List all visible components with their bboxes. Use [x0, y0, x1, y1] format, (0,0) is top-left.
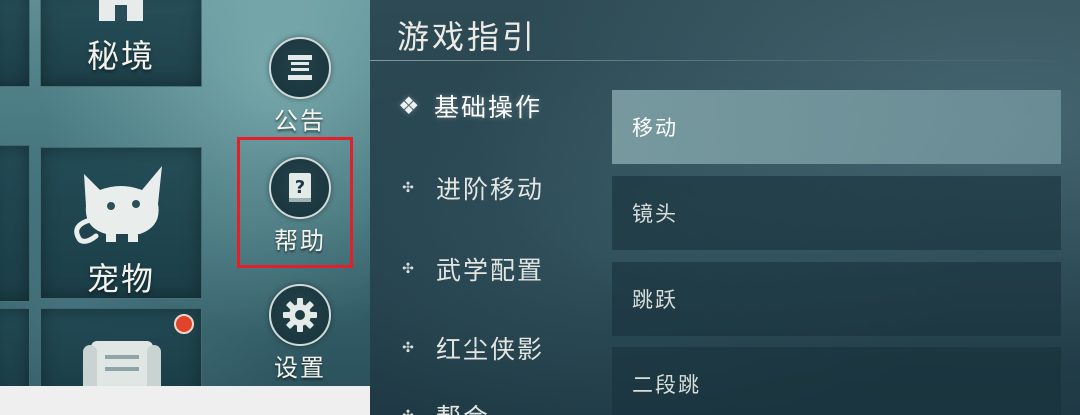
game-guide-panel: 游戏指引 ❖ 基础操作 ✣ 进阶移动 ✣ 武学配置 ✣ 红尘侠影 ✣ 帮会 移动… [370, 0, 1080, 415]
pet-tile[interactable]: 宠物 [40, 147, 202, 299]
guide-item-label: 跳跃 [632, 288, 678, 312]
category-label: 红尘侠影 [436, 335, 545, 364]
house-icon [99, 0, 143, 21]
guide-item-jump[interactable]: 跳跃 [612, 262, 1061, 336]
category-label: 进阶移动 [436, 175, 545, 204]
gear-icon [269, 284, 331, 346]
pet-label: 宠物 [86, 260, 155, 298]
scroll-icon [83, 341, 161, 386]
blank-strip [0, 386, 370, 415]
guide-item-move[interactable]: 移动 [612, 90, 1061, 164]
category-martial-config[interactable]: ✣ 武学配置 [400, 251, 544, 287]
category-label: 武学配置 [436, 256, 545, 285]
category-basic-controls[interactable]: ❖ 基础操作 [398, 88, 542, 124]
game-menu-panel: 秘境 宠物 公告 ? 帮助 设置 [0, 0, 370, 386]
category-label: 帮会 [436, 398, 490, 415]
screen: 秘境 宠物 公告 ? 帮助 设置 游戏指引 ❖ 基础操作 ✣ 进阶移动 ✣ 武学… [0, 0, 1080, 415]
title-divider [370, 60, 1080, 61]
category-guild[interactable]: ✣ 帮会 [400, 398, 490, 415]
category-red-dust-hero[interactable]: ✣ 红尘侠影 [400, 330, 544, 366]
cat-icon [74, 166, 162, 244]
guide-item-camera[interactable]: 镜头 [612, 176, 1061, 250]
menu-tile-partial[interactable] [0, 145, 30, 302]
notification-dot [174, 314, 194, 334]
notice-label: 公告 [274, 107, 326, 135]
secret-realm-label: 秘境 [86, 37, 155, 75]
guide-item-label: 镜头 [632, 202, 678, 226]
menu-tile-partial[interactable] [0, 308, 30, 386]
sparkle-icon: ✣ [402, 180, 416, 196]
guide-item-double-jump[interactable]: 二段跳 [612, 347, 1061, 415]
category-label: 基础操作 [434, 93, 543, 122]
notice-button[interactable]: 公告 [258, 37, 342, 136]
notice-board-icon [269, 37, 331, 99]
sparkle-icon: ✣ [400, 408, 418, 415]
sparkle-icon: ❖ [398, 92, 422, 120]
settings-button[interactable]: 设置 [258, 284, 342, 383]
guide-title: 游戏指引 [397, 18, 538, 56]
settings-label: 设置 [274, 354, 326, 382]
category-advanced-movement[interactable]: ✣ 进阶移动 [400, 170, 544, 206]
guide-item-label: 移动 [632, 116, 678, 140]
sparkle-icon: ✣ [402, 261, 416, 277]
menu-tile-partial[interactable] [0, 0, 30, 87]
sparkle-icon: ✣ [402, 340, 416, 356]
secret-realm-tile[interactable]: 秘境 [40, 0, 202, 87]
help-highlight-box [237, 137, 353, 268]
guide-item-label: 二段跳 [632, 373, 701, 397]
